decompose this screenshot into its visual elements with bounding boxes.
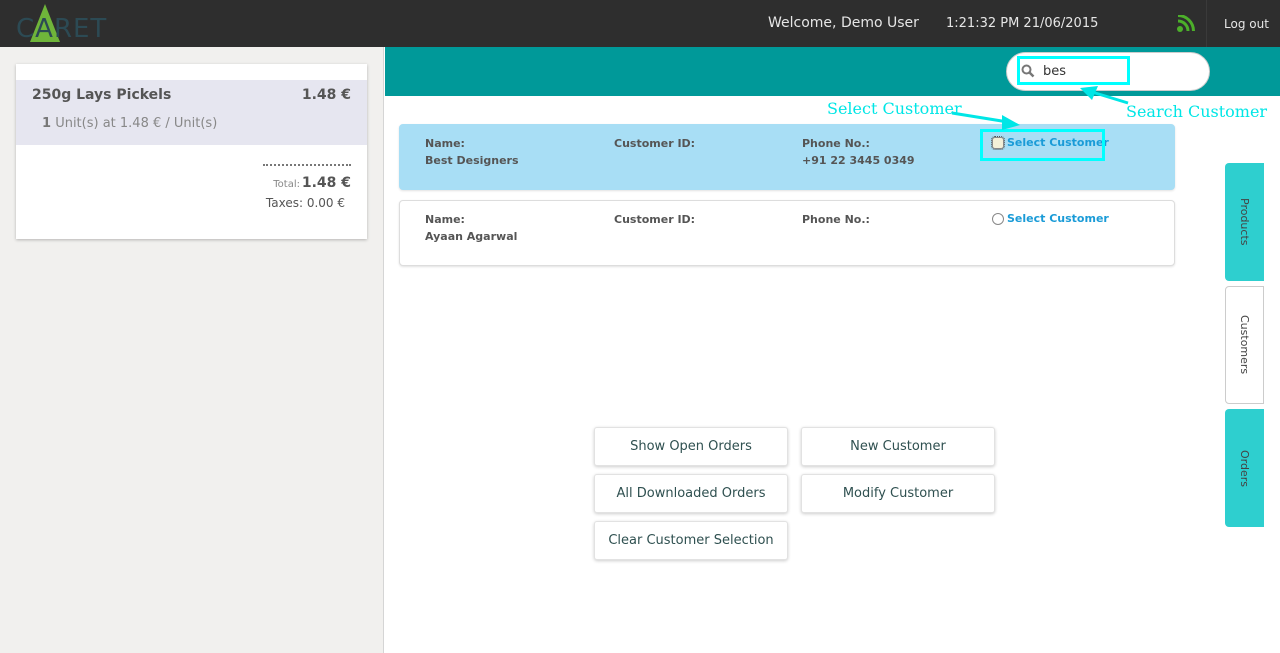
line-item-unit-text: Unit(s) at 1.48 € / Unit(s) [55, 116, 218, 131]
total-label: Total: [273, 179, 300, 190]
logout-link[interactable]: Log out [1224, 17, 1269, 31]
customer-name: Best Designers [425, 154, 519, 167]
logo-text: CARET [16, 14, 108, 44]
customer-name-label: Name: [425, 137, 465, 150]
show-open-orders-button[interactable]: Show Open Orders [594, 427, 788, 466]
tab-products-label: Products [1238, 198, 1251, 246]
annotation-select-customer: Select Customer [827, 99, 962, 118]
datetime-display: 1:21:32 PM 21/06/2015 [946, 16, 1099, 31]
annotation-search-customer: Search Customer [1126, 102, 1268, 121]
line-item-price: 1.48 € [301, 87, 351, 103]
customer-name: Ayaan Agarwal [425, 230, 518, 243]
customer-id-label: Customer ID: [614, 213, 696, 226]
customer-phone: +91 22 3445 0349 [802, 154, 915, 167]
all-downloaded-orders-button[interactable]: All Downloaded Orders [594, 474, 788, 513]
total-value: 1.48 € [301, 175, 351, 191]
select-highlight-box [980, 129, 1105, 161]
radio-button[interactable] [992, 212, 1004, 225]
tab-orders[interactable]: Orders [1225, 409, 1264, 527]
clear-customer-selection-button[interactable]: Clear Customer Selection [594, 521, 788, 560]
customer-card[interactable]: Name: Ayaan Agarwal Customer ID: Phone N… [399, 200, 1175, 266]
line-item-quantity: 1 Unit(s) at 1.48 € / Unit(s) [42, 116, 217, 131]
top-bar: CARET Welcome, Demo User 1:21:32 PM 21/0… [0, 0, 1280, 47]
line-item-name: 250g Lays Pickels [32, 87, 172, 103]
modify-customer-button[interactable]: Modify Customer [801, 474, 995, 513]
welcome-text: Welcome, Demo User [768, 15, 919, 31]
caret-logo: CARET [14, 4, 108, 44]
rss-connected-icon [1177, 15, 1195, 32]
customer-phone-label: Phone No.: [802, 213, 870, 226]
select-customer-radio[interactable]: Select Customer [992, 212, 1109, 225]
order-line-item[interactable]: 250g Lays Pickels 1.48 € 1 Unit(s) at 1.… [16, 80, 367, 145]
order-pane: 250g Lays Pickels 1.48 € 1 Unit(s) at 1.… [0, 47, 384, 653]
customer-id-label: Customer ID: [614, 137, 696, 150]
tab-customers-label: Customers [1238, 315, 1251, 375]
total-divider [263, 164, 351, 166]
customer-phone-label: Phone No.: [802, 137, 870, 150]
taxes-value: Taxes: 0.00 € [265, 196, 345, 210]
line-item-qty-number: 1 [42, 116, 52, 131]
search-highlight-box [1017, 56, 1130, 85]
order-summary-card: 250g Lays Pickels 1.48 € 1 Unit(s) at 1.… [16, 64, 367, 239]
header-divider [1206, 0, 1207, 47]
tab-products[interactable]: Products [1225, 163, 1264, 281]
customer-name-label: Name: [425, 213, 465, 226]
tab-orders-label: Orders [1238, 449, 1251, 487]
select-customer-label[interactable]: Select Customer [1007, 212, 1109, 225]
tab-customers[interactable]: Customers [1225, 286, 1264, 404]
new-customer-button[interactable]: New Customer [801, 427, 995, 466]
